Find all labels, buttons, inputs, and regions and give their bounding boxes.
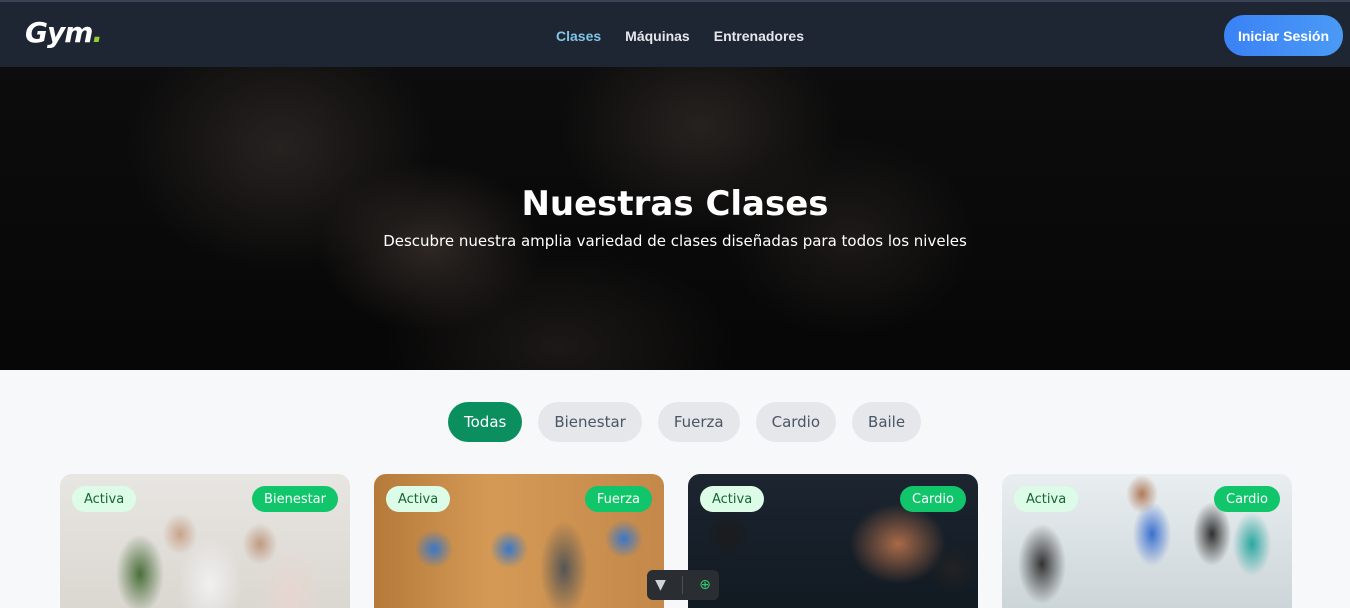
nav-link-maquinas[interactable]: Máquinas (625, 28, 690, 44)
login-button[interactable]: Iniciar Sesión (1224, 15, 1343, 56)
page-subtitle: Descubre nuestra amplia variedad de clas… (383, 232, 967, 250)
status-badge: Activa (700, 486, 765, 512)
class-card[interactable]: Activa Fuerza (374, 474, 664, 608)
crosshair-icon[interactable]: ⊕ (699, 577, 711, 593)
category-badge: Cardio (1214, 486, 1280, 512)
category-badge: Fuerza (584, 486, 652, 512)
page-title: Nuestras Clases (521, 184, 829, 224)
chevron-down-icon[interactable]: ▼ (655, 577, 666, 593)
brand-logo[interactable]: Gym. (25, 16, 103, 49)
filter-fuerza[interactable]: Fuerza (657, 402, 740, 442)
status-badge: Activa (72, 486, 137, 512)
status-badge: Activa (386, 486, 451, 512)
main-nav: Clases Máquinas Entrenadores (556, 2, 804, 69)
toolbar-divider (682, 576, 684, 594)
category-badge: Bienestar (252, 486, 338, 512)
filter-todas[interactable]: Todas (448, 402, 523, 442)
class-card[interactable]: Activa Cardio (688, 474, 978, 608)
category-filters: Todas Bienestar Fuerza Cardio Baile (448, 402, 922, 442)
status-badge: Activa (1014, 486, 1079, 512)
filter-cardio[interactable]: Cardio (755, 402, 837, 442)
category-badge: Cardio (900, 486, 966, 512)
floating-toolbar: ▼ ⊕ (647, 570, 719, 600)
navbar: Gym. Clases Máquinas Entrenadores Inicia… (0, 0, 1350, 67)
class-card[interactable]: Activa Cardio (1002, 474, 1292, 608)
class-card[interactable]: Activa Bienestar (60, 474, 350, 608)
hero-banner: Nuestras Clases Descubre nuestra amplia … (0, 67, 1350, 370)
nav-link-entrenadores[interactable]: Entrenadores (714, 28, 804, 44)
filter-baile[interactable]: Baile (852, 402, 922, 442)
nav-link-clases[interactable]: Clases (556, 28, 601, 44)
filter-bienestar[interactable]: Bienestar (538, 402, 642, 442)
